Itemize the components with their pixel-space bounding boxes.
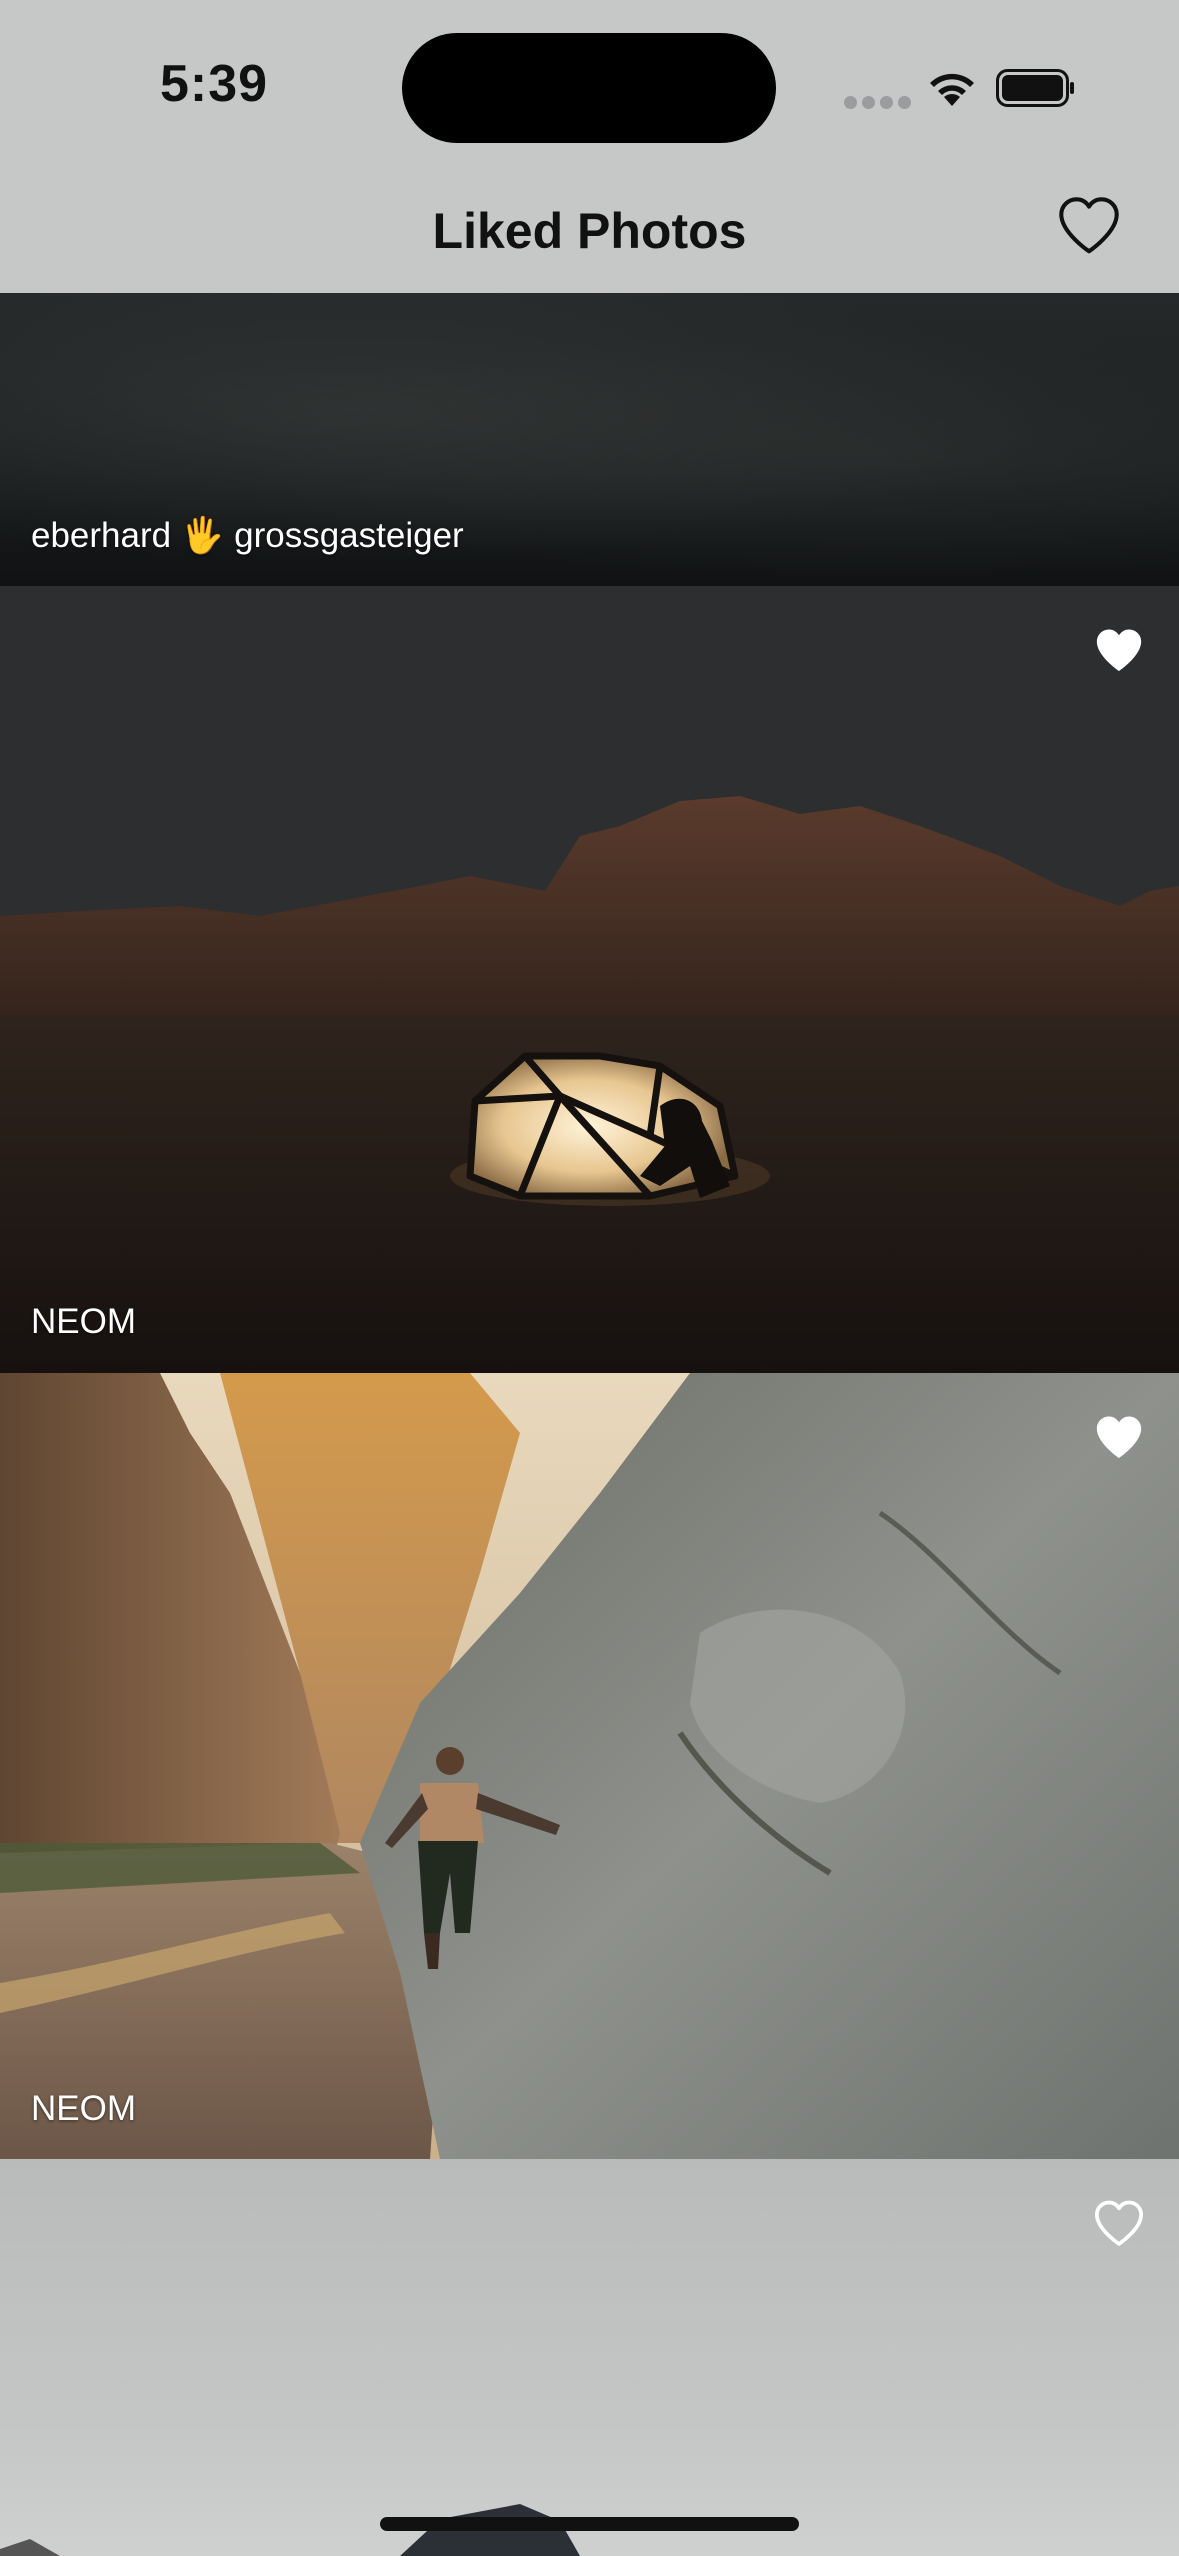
battery-icon xyxy=(996,69,1074,107)
status-time: 5:39 xyxy=(160,55,269,113)
wifi-icon xyxy=(930,73,974,106)
photo-card[interactable]: NEOM xyxy=(0,586,1179,1373)
status-icons xyxy=(844,60,1084,120)
cellular-signal-icon xyxy=(844,96,916,114)
heart-filled-icon[interactable] xyxy=(1091,622,1147,678)
heart-outline-icon[interactable] xyxy=(1054,190,1124,260)
photo-card[interactable] xyxy=(0,2159,1179,2556)
photo-image xyxy=(0,586,1179,1373)
heart-filled-icon[interactable] xyxy=(1091,1409,1147,1465)
photographer-name: NEOM xyxy=(31,1302,136,1341)
photo-image xyxy=(0,2504,580,2556)
home-indicator[interactable] xyxy=(380,2517,799,2531)
photo-image xyxy=(0,1373,1179,2159)
page-title: Liked Photos xyxy=(432,203,747,259)
dynamic-island xyxy=(402,33,776,143)
photographer-name: eberhard 🖐 grossgasteiger xyxy=(31,516,464,555)
status-bar: 5:39 xyxy=(0,0,1179,160)
photo-card[interactable]: NEOM xyxy=(0,1373,1179,2159)
photographer-name: NEOM xyxy=(31,2089,136,2128)
navigation-bar: Liked Photos xyxy=(0,160,1179,293)
heart-outline-icon[interactable] xyxy=(1091,2195,1147,2251)
photo-card[interactable]: eberhard 🖐 grossgasteiger xyxy=(0,293,1179,586)
